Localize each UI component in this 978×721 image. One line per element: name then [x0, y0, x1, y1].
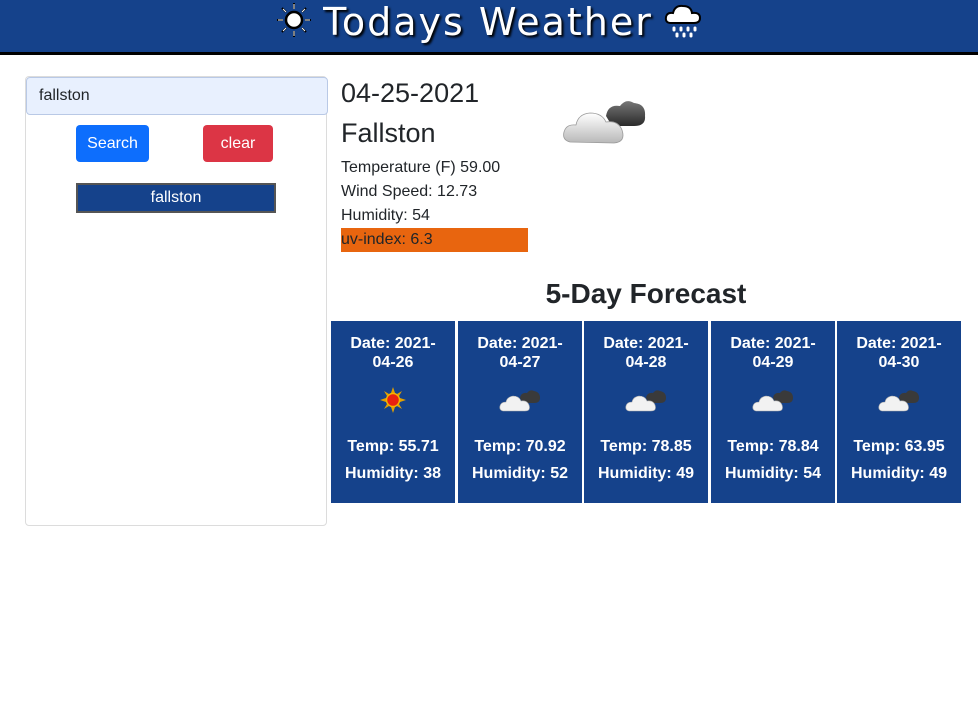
cloud-icon [711, 387, 835, 417]
forecast-date: Date: 2021-04-28 [603, 335, 689, 371]
forecast-temp: Temp: 63.95 [853, 438, 945, 455]
cloud-icon [837, 387, 961, 417]
current-temperature: Temperature (F) 59.00 [341, 159, 501, 176]
cloud-icon [584, 387, 708, 417]
cloud-icon [560, 94, 650, 155]
uv-index-badge: uv-index: 6.3 [341, 228, 528, 252]
forecast-date: Date: 2021-04-27 [477, 335, 563, 371]
forecast-temp: Temp: 55.71 [347, 438, 439, 455]
forecast-date: Date: 2021-04-30 [856, 335, 942, 371]
history-item-fallston[interactable]: fallston [76, 183, 276, 213]
cloud-icon [458, 387, 582, 417]
app-title: Todays Weather [323, 0, 653, 44]
forecast-card: Date: 2021-04-26 Temp: 55.71 Humidity: 3… [331, 321, 455, 503]
forecast-card: Date: 2021-04-27 Temp: 70.92 Humidity: 5… [458, 321, 582, 503]
forecast-heading: 5-Day Forecast [545, 278, 747, 309]
current-city: Fallston [341, 118, 436, 148]
rain-cloud-icon [663, 1, 703, 44]
forecast-temp: Temp: 78.85 [600, 438, 692, 455]
forecast-humidity: Humidity: 38 [344, 465, 441, 482]
forecast-temp: Temp: 70.92 [474, 438, 566, 455]
forecast-humidity: Humidity: 52 [471, 465, 568, 482]
forecast-humidity: Humidity: 54 [724, 465, 821, 482]
app-header: Todays Weather [0, 0, 978, 55]
sun-icon [331, 387, 455, 417]
city-search-input[interactable] [26, 77, 328, 115]
current-humidity: Humidity: 54 [341, 207, 430, 224]
current-date: 04-25-2021 [341, 78, 480, 108]
clear-button[interactable]: clear [203, 125, 273, 162]
current-wind-speed: Wind Speed: 12.73 [341, 183, 478, 200]
search-panel: Search clear fallston [25, 76, 328, 526]
forecast-humidity: Humidity: 49 [850, 465, 947, 482]
sun-icon [275, 1, 313, 44]
forecast-card: Date: 2021-04-29 Temp: 78.84 Humidity: 5… [711, 321, 835, 503]
forecast-card: Date: 2021-04-28 Temp: 78.85 Humidity: 4… [584, 321, 708, 503]
forecast-humidity: Humidity: 49 [597, 465, 694, 482]
forecast-temp: Temp: 78.84 [727, 438, 819, 455]
forecast-card: Date: 2021-04-30 Temp: 63.95 Humidity: 4… [837, 321, 961, 503]
forecast-date: Date: 2021-04-26 [350, 335, 436, 371]
forecast-row: Date: 2021-04-26 Temp: 55.71 Humidity: 3… [331, 321, 963, 503]
search-button[interactable]: Search [76, 125, 149, 162]
forecast-date: Date: 2021-04-29 [730, 335, 816, 371]
